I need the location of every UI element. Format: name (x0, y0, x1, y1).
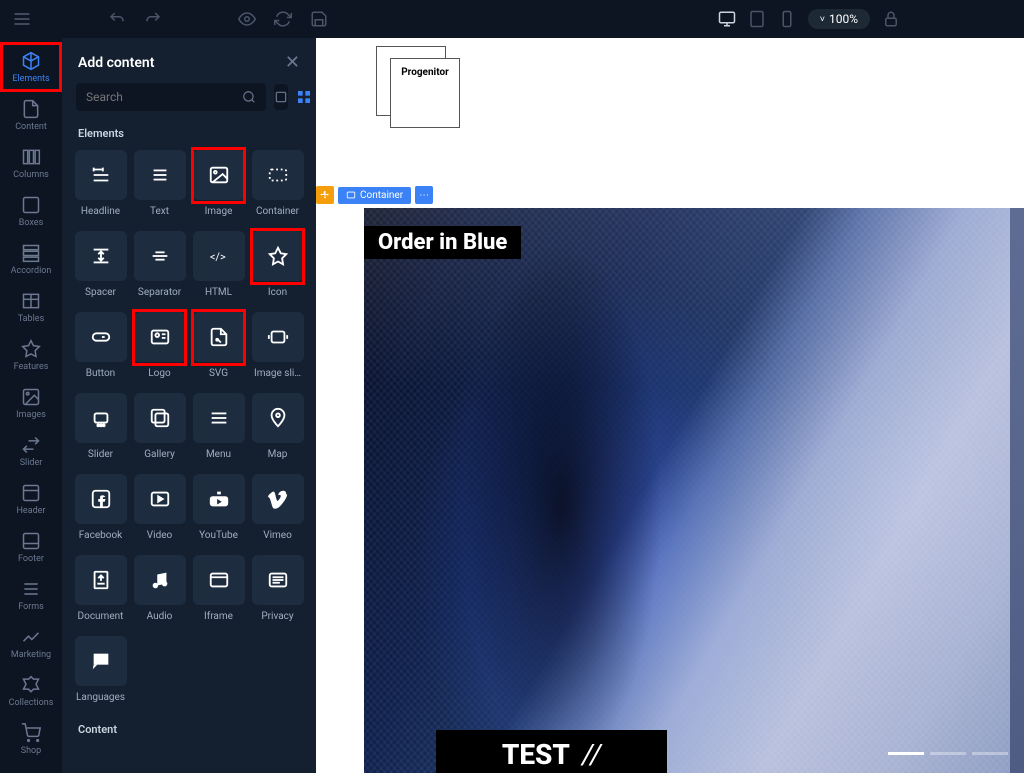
element-audio[interactable]: Audio (133, 555, 186, 630)
element-gallery[interactable]: Gallery (133, 393, 186, 468)
nav-collections[interactable]: Collections (2, 668, 60, 714)
topbar: ˅100% (0, 0, 1024, 38)
nav-tables[interactable]: Tables (2, 284, 60, 330)
nav-marketing[interactable]: Marketing (2, 620, 60, 666)
scrollbar-vertical[interactable] (1010, 208, 1024, 773)
nav-columns[interactable]: Columns (2, 140, 60, 186)
element-imagesli[interactable]: Image sli… (251, 312, 304, 387)
nav-footer[interactable]: Footer (2, 524, 60, 570)
drag-handle-icon[interactable] (316, 186, 334, 204)
canvas[interactable]: Progenitor Container ⋯ Order in Blue TES… (316, 38, 1024, 773)
desktop-icon[interactable] (718, 10, 736, 28)
element-slider[interactable]: Slider (74, 393, 127, 468)
element-button[interactable]: Button (74, 312, 127, 387)
search-icon (242, 90, 256, 104)
search-input[interactable] (76, 83, 266, 111)
element-separator[interactable]: Separator (133, 231, 186, 306)
element-html[interactable]: </>HTML (192, 231, 245, 306)
nav-shop[interactable]: Shop (2, 716, 60, 762)
slide-indicators[interactable] (888, 752, 1008, 755)
element-iframe[interactable]: Iframe (192, 555, 245, 630)
close-icon[interactable]: ✕ (285, 52, 300, 73)
element-vimeo[interactable]: Vimeo (251, 474, 304, 549)
redo-icon[interactable] (144, 10, 162, 28)
element-spacer[interactable]: Spacer (74, 231, 127, 306)
save-icon[interactable] (310, 10, 328, 28)
tablet-icon[interactable] (748, 10, 766, 28)
lock-icon[interactable] (882, 10, 900, 28)
refresh-icon[interactable] (274, 10, 292, 28)
element-document[interactable]: Document (74, 555, 127, 630)
element-privacy[interactable]: Privacy (251, 555, 304, 630)
nav-boxes[interactable]: Boxes (2, 188, 60, 234)
container-label[interactable]: Container (338, 187, 411, 204)
element-facebook[interactable]: Facebook (74, 474, 127, 549)
svg-text:</>: </> (209, 251, 225, 264)
element-menu[interactable]: Menu (192, 393, 245, 468)
element-container[interactable]: Container (251, 150, 304, 225)
undo-icon[interactable] (108, 10, 126, 28)
hero-image[interactable]: Order in Blue TEST// Abstract · Progress… (364, 208, 1024, 773)
preview-icon[interactable] (238, 10, 256, 28)
nav-features[interactable]: Features (2, 332, 60, 378)
left-sidebar: Elements Content Columns Boxes Accordion… (0, 38, 62, 773)
more-icon[interactable]: ⋯ (415, 186, 433, 204)
nav-elements[interactable]: Elements (2, 44, 60, 90)
nav-slider[interactable]: Slider (2, 428, 60, 474)
element-svg[interactable]: SVG (192, 312, 245, 387)
view-list-icon[interactable] (274, 84, 288, 110)
element-headline[interactable]: Headline (74, 150, 127, 225)
nav-accordion[interactable]: Accordion (2, 236, 60, 282)
element-youtube[interactable]: YouTube (192, 474, 245, 549)
hero-title: Order in Blue (364, 226, 521, 259)
section-content: Content (62, 719, 316, 746)
logo-widget[interactable]: Progenitor (376, 46, 462, 132)
panel-title: Add content (78, 55, 154, 71)
nav-content[interactable]: Content (2, 92, 60, 138)
element-icon[interactable]: Icon (251, 231, 304, 306)
hero-caption: TEST// Abstract · Progressive · Unrelent… (436, 730, 667, 773)
menu-icon[interactable] (12, 9, 32, 29)
nav-forms[interactable]: Forms (2, 572, 60, 618)
element-image[interactable]: Image (192, 150, 245, 225)
element-video[interactable]: Video (133, 474, 186, 549)
add-content-panel: Add content ✕ Elements HeadlineTextImage… (62, 38, 316, 773)
element-languages[interactable]: Languages (74, 636, 127, 711)
zoom-select[interactable]: ˅100% (808, 9, 870, 29)
element-map[interactable]: Map (251, 393, 304, 468)
nav-header[interactable]: Header (2, 476, 60, 522)
mobile-icon[interactable] (778, 10, 796, 28)
nav-images[interactable]: Images (2, 380, 60, 426)
view-grid-icon[interactable] (296, 84, 312, 110)
section-elements: Elements (62, 123, 316, 150)
element-text[interactable]: Text (133, 150, 186, 225)
element-logo[interactable]: Logo (133, 312, 186, 387)
